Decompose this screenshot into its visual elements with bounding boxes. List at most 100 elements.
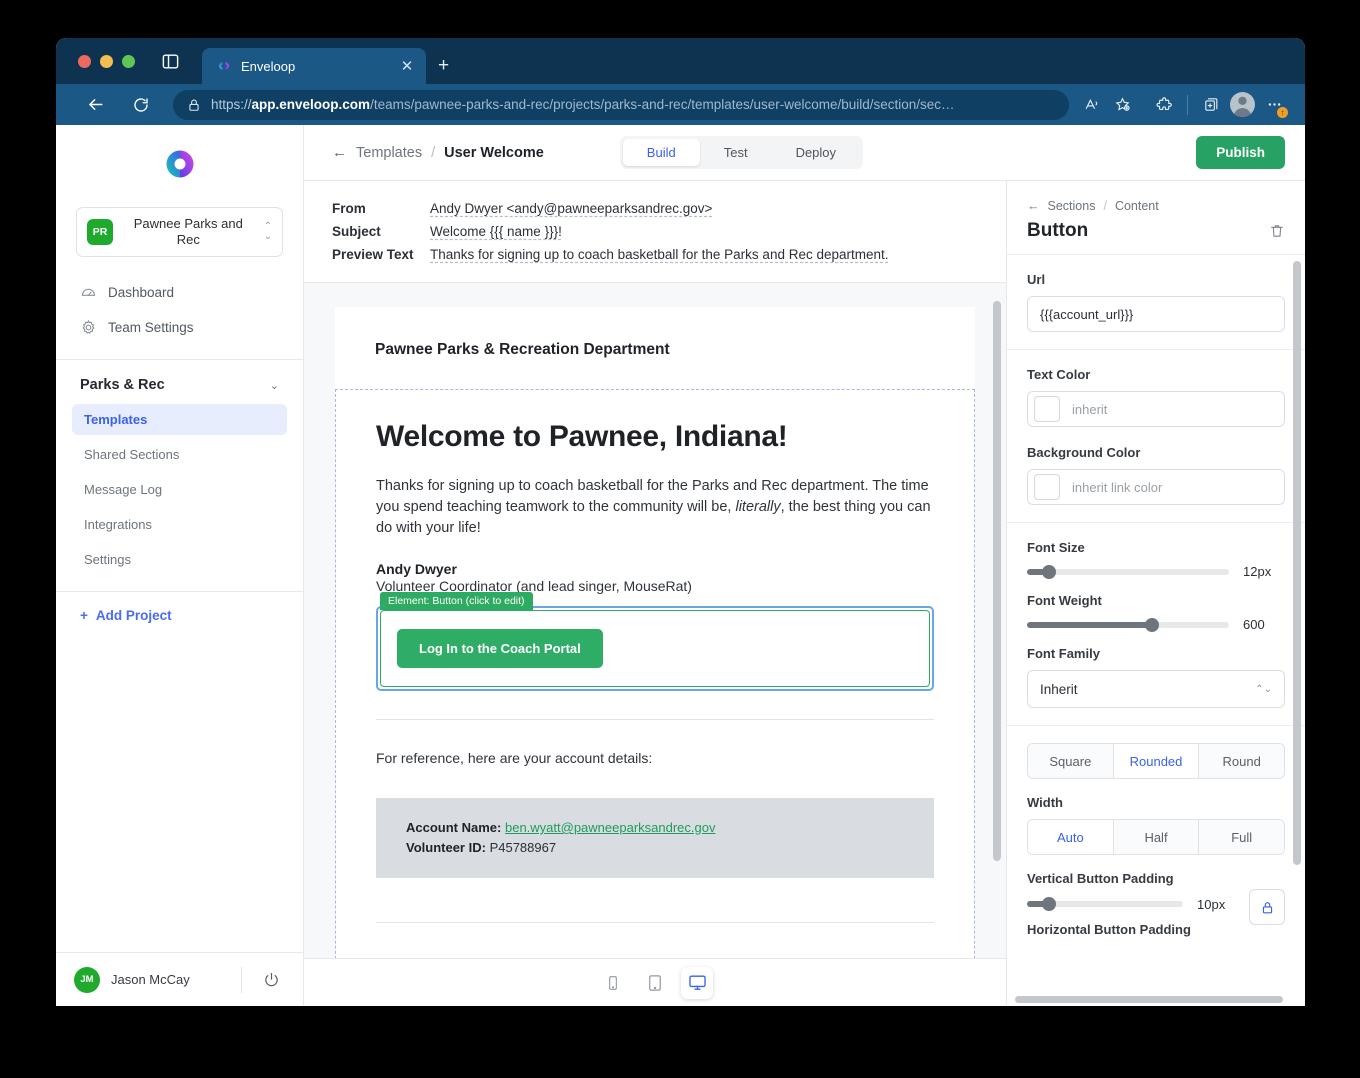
preview-vertical-scrollbar[interactable] xyxy=(993,301,1001,861)
font-size-slider-knob[interactable] xyxy=(1042,564,1057,579)
sidebar-item-shared-sections[interactable]: Shared Sections xyxy=(72,439,287,470)
browser-sidebar-toggle-icon[interactable] xyxy=(161,38,180,84)
account-name-link[interactable]: ben.wyatt@pawneeparksandrec.gov xyxy=(505,820,716,835)
trash-icon[interactable] xyxy=(1269,223,1285,239)
browser-profile-avatar[interactable] xyxy=(1230,92,1255,117)
volunteer-id-value: P45788967 xyxy=(489,840,557,856)
tablet-device-icon[interactable] xyxy=(639,967,671,999)
tab-deploy[interactable]: Deploy xyxy=(772,139,860,166)
publish-button[interactable]: Publish xyxy=(1196,136,1285,169)
desktop-device-icon[interactable] xyxy=(681,966,713,999)
device-preview-bar xyxy=(304,958,1006,1006)
page-title: User Welcome xyxy=(444,144,544,161)
selected-element-wrapper: Element: Button (click to edit) Log In t… xyxy=(376,592,934,692)
app-body: PR Pawnee Parks and Rec ⌃ ⌄ Dashboard Te… xyxy=(56,125,1305,1006)
element-tag-badge: Element: Button (click to edit) xyxy=(380,592,533,611)
add-favorite-icon[interactable] xyxy=(1107,90,1137,120)
reload-icon[interactable] xyxy=(124,88,158,122)
url-host: app.enveloop.com xyxy=(251,97,371,112)
project-switcher[interactable]: PR Pawnee Parks and Rec ⌃ ⌄ xyxy=(76,207,283,257)
vertical-padding-row: Vertical Button Padding 10px Horizontal … xyxy=(1027,871,1285,948)
subject-field[interactable]: Welcome {{{ name }}}! xyxy=(430,224,562,239)
content-row: From Andy Dwyer <andy@pawneeparksandrec.… xyxy=(304,181,1305,1006)
browser-tab-strip: Enveloop ✕ + xyxy=(56,38,1305,84)
avatar[interactable]: JM xyxy=(74,966,100,993)
email-reference-text: For reference, here are your account det… xyxy=(376,750,653,767)
extensions-icon[interactable] xyxy=(1149,90,1179,120)
font-family-select[interactable]: Inherit ⌃⌄ xyxy=(1027,670,1285,708)
back-arrow-icon[interactable]: ← xyxy=(332,144,347,161)
main-column: ← Templates / User Welcome Build Test De… xyxy=(304,125,1305,1006)
sidebar-item-team-settings[interactable]: Team Settings xyxy=(56,310,303,345)
sidebar-item-settings[interactable]: Settings xyxy=(72,544,287,575)
app-sidebar: PR Pawnee Parks and Rec ⌃ ⌄ Dashboard Te… xyxy=(56,125,304,1006)
browser-more-menu-icon[interactable]: ↑ xyxy=(1259,90,1289,120)
corner-option-square[interactable]: Square xyxy=(1028,744,1114,778)
font-weight-label: Font Weight xyxy=(1027,593,1102,608)
tab-test[interactable]: Test xyxy=(700,139,772,166)
tab-build[interactable]: Build xyxy=(622,139,700,166)
add-project-label: Add Project xyxy=(95,608,172,623)
browser-address-bar: https://app.enveloop.com/teams/pawnee-pa… xyxy=(56,84,1305,125)
inspector-crumb-content[interactable]: Content xyxy=(1115,199,1159,213)
back-arrow-icon[interactable]: ← xyxy=(1027,199,1040,213)
add-project-button[interactable]: + Add Project xyxy=(56,592,303,639)
width-option-half[interactable]: Half xyxy=(1113,820,1200,854)
new-tab-icon[interactable]: + xyxy=(438,56,449,75)
vertical-padding-slider-knob[interactable] xyxy=(1041,897,1056,912)
read-aloud-icon[interactable] xyxy=(1077,90,1107,120)
enveloop-logo[interactable] xyxy=(56,125,303,203)
email-content-section[interactable]: Welcome to Pawnee, Indiana! Thanks for s… xyxy=(335,389,975,958)
corner-option-rounded[interactable]: Rounded xyxy=(1113,744,1200,778)
from-field[interactable]: Andy Dwyer <andy@pawneeparksandrec.gov> xyxy=(430,201,712,216)
maximize-window-button[interactable] xyxy=(122,54,135,68)
sidebar-item-templates[interactable]: Templates xyxy=(72,404,287,435)
sidebar-item-message-log[interactable]: Message Log xyxy=(72,474,287,505)
url-input-field[interactable] xyxy=(1027,296,1285,332)
power-icon[interactable] xyxy=(253,971,289,988)
font-family-value: Inherit xyxy=(1040,681,1078,697)
project-switcher-name: Pawnee Parks and Rec xyxy=(133,215,243,247)
mobile-device-icon[interactable] xyxy=(597,967,629,999)
email-heading: Welcome to Pawnee, Indiana! xyxy=(376,420,788,453)
width-option-full[interactable]: Full xyxy=(1199,820,1284,854)
email-preview-scroll-area[interactable]: Pawnee Parks & Recreation Department Wel… xyxy=(304,283,1006,958)
selected-element-outline[interactable]: Log In to the Coach Portal xyxy=(376,606,934,692)
preview-text-field[interactable]: Thanks for signing up to coach basketbal… xyxy=(430,247,889,262)
breadcrumb-templates[interactable]: Templates xyxy=(356,145,422,161)
close-window-button[interactable] xyxy=(78,54,91,68)
email-meta-panel: From Andy Dwyer <andy@pawneeparksandrec.… xyxy=(304,181,1006,283)
minimize-window-button[interactable] xyxy=(100,54,113,68)
inspector-horizontal-scrollbar[interactable] xyxy=(1015,996,1283,1003)
width-option-auto[interactable]: Auto xyxy=(1028,820,1114,854)
browser-tab-enveloop[interactable]: Enveloop ✕ xyxy=(202,48,426,84)
breadcrumb-separator: / xyxy=(431,144,436,161)
lock-padding-icon[interactable] xyxy=(1249,889,1285,925)
sidebar-item-integrations[interactable]: Integrations xyxy=(72,509,287,540)
inspector-scroll-area[interactable]: Url Text Color inherit Background Color xyxy=(1007,255,1305,1006)
url-input[interactable]: https://app.enveloop.com/teams/pawnee-pa… xyxy=(173,89,1069,120)
text-color-field[interactable]: inherit xyxy=(1027,391,1285,427)
sidebar-item-dashboard[interactable]: Dashboard xyxy=(56,275,303,310)
back-icon[interactable] xyxy=(78,88,112,122)
vertical-padding-slider[interactable] xyxy=(1027,897,1183,912)
background-color-field[interactable]: inherit link color xyxy=(1027,469,1285,505)
inspector-vertical-scrollbar[interactable] xyxy=(1293,261,1301,865)
close-tab-icon[interactable]: ✕ xyxy=(398,59,416,74)
email-org-name: Pawnee Parks & Recreation Department xyxy=(375,341,670,358)
selected-element-inner[interactable]: Log In to the Coach Portal xyxy=(380,610,930,688)
background-color-swatch[interactable] xyxy=(1034,474,1060,500)
inspector-crumb-sections[interactable]: Sections xyxy=(1048,199,1096,213)
sidebar-item-label: Dashboard xyxy=(108,285,175,300)
vertical-padding-label: Vertical Button Padding xyxy=(1027,871,1174,886)
text-color-swatch[interactable] xyxy=(1034,396,1060,422)
font-size-slider[interactable] xyxy=(1027,564,1229,579)
project-section-header[interactable]: Parks & Rec ⌄ xyxy=(56,360,303,404)
corner-option-round[interactable]: Round xyxy=(1199,744,1284,778)
font-weight-slider[interactable] xyxy=(1027,617,1229,632)
collections-icon[interactable] xyxy=(1196,90,1226,120)
account-details-box: Account Name: ben.wyatt@pawneeparksandre… xyxy=(376,798,934,879)
font-weight-slider-knob[interactable] xyxy=(1145,617,1160,632)
email-cta-button[interactable]: Log In to the Coach Portal xyxy=(397,629,603,669)
